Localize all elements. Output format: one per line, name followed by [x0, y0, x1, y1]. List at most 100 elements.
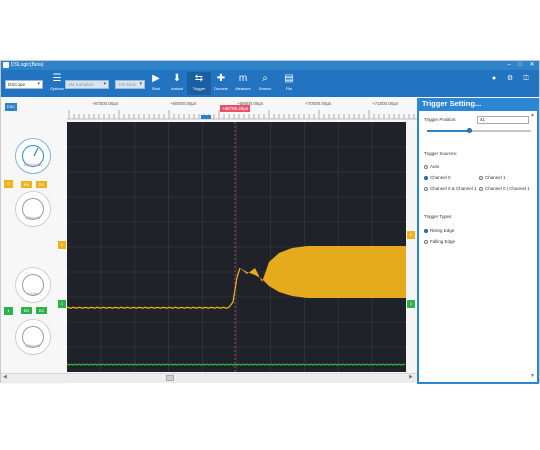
knob-needle — [33, 147, 39, 157]
trigger-time-label[interactable]: +68785.28µs — [220, 105, 251, 112]
window-title: DSLogic(Beta) — [11, 62, 44, 68]
trigger-settings-dock: Trigger Setting... Trigger Position: 41 … — [417, 98, 539, 384]
ch1-vdiv-knob[interactable]: 1V/div — [15, 267, 51, 303]
device-select-value: DSCope — [8, 82, 26, 87]
ruler-label: +70000.00µs — [305, 101, 332, 106]
gear-icon: ⚙ — [506, 75, 514, 82]
decode-button[interactable]: ✚ Decode — [209, 72, 233, 95]
search-label: Search — [258, 86, 272, 91]
settings-button[interactable]: ⚙ — [503, 72, 517, 95]
source-or-label: Channel 0 | Channel 1 — [485, 186, 530, 191]
close-button[interactable]: ✕ — [526, 61, 538, 70]
ch1-marker[interactable]: 1 — [4, 307, 13, 315]
globe-icon: ● — [491, 75, 497, 82]
chevron-down-icon: ▾ — [139, 81, 142, 87]
trigger-button[interactable]: ⇆ Trigger — [187, 72, 211, 95]
trigger-position-slider[interactable] — [427, 128, 531, 133]
device-select[interactable]: DSCope ▾ — [5, 80, 43, 89]
sample-count-value: 1M Samples — [68, 82, 94, 87]
source-auto-radio[interactable]: Auto — [424, 164, 439, 169]
radio-dot — [424, 239, 428, 244]
trigger-types-label: Trigger Types: — [424, 214, 453, 219]
ch1-waveform — [67, 363, 406, 366]
usb-status-button[interactable]: ⎅ — [519, 72, 533, 95]
measure-button[interactable]: m Measure — [231, 72, 255, 95]
viewport-marker[interactable] — [201, 115, 211, 119]
decode-label: Decode — [214, 86, 228, 91]
slider-handle[interactable] — [467, 128, 473, 133]
ch1-level-marker-left[interactable]: 1 — [58, 300, 66, 308]
sample-rate-select[interactable]: 100 MHz ▾ — [115, 80, 145, 89]
plus-icon: ✚ — [216, 73, 226, 84]
ruler-label: +71000.00µs — [372, 101, 399, 106]
ch0-offset-label: 50us/div — [25, 215, 41, 220]
search-icon: ⌕ — [262, 73, 268, 84]
ch1-level-marker-right[interactable]: 1 — [407, 300, 415, 308]
source-channel1-label: Channel 1 — [485, 175, 506, 180]
source-or-radio[interactable]: Channel 0 | Channel 1 — [479, 186, 530, 191]
radio-dot — [424, 228, 428, 233]
title-bar: DSLogic(Beta) – □ ✕ — [1, 61, 539, 70]
main-toolbar: DSCope ▾ ☰ Options 1M Samples ▾ 100 MHz … — [1, 70, 539, 97]
slider-fill — [427, 130, 470, 132]
dsc-badge: DSC — [5, 103, 17, 111]
instant-button[interactable]: ⬇ Instant — [165, 72, 189, 95]
source-and-label: Channel 0 & Channel 1 — [430, 186, 477, 191]
radio-dot — [424, 164, 428, 169]
radio-dot — [479, 175, 483, 180]
ch1-offset-knob[interactable]: 50us/div — [15, 319, 51, 355]
search-button[interactable]: ⌕ Search — [253, 72, 277, 95]
ch1-offset-label: 50us/div — [25, 343, 41, 348]
type-rising-radio[interactable]: Rising Edge — [424, 228, 454, 233]
ch0-vdiv-knob[interactable]: 100mV/div — [15, 138, 51, 174]
scroll-right-icon[interactable]: ▶ — [409, 374, 413, 380]
language-button[interactable]: ● — [487, 72, 501, 95]
maximize-button[interactable]: □ — [514, 61, 526, 70]
trigger-settings-title: Trigger Setting... — [422, 99, 482, 108]
ch0-level-marker-left[interactable]: 0 — [58, 241, 66, 249]
scroll-left-icon[interactable]: ◀ — [3, 374, 7, 380]
source-channel0-label: Channel 0 — [430, 175, 451, 180]
instant-label: Instant — [170, 86, 183, 91]
ch0-vdiv-label: 100mV/div — [23, 162, 43, 167]
app-window: DSLogic(Beta) – □ ✕ DSCope ▾ ☰ Options 1… — [0, 60, 540, 384]
source-channel0-radio[interactable]: Channel 0 — [424, 175, 451, 180]
scroll-up-icon[interactable]: ▲ — [530, 112, 535, 118]
source-auto-label: Auto — [430, 164, 440, 169]
type-rising-label: Rising Edge — [430, 228, 455, 233]
scroll-down-icon[interactable]: ▼ — [530, 373, 535, 379]
ch0-enable-button[interactable]: EN — [21, 181, 32, 188]
trigger-label: Trigger — [192, 86, 206, 91]
horizontal-scrollbar[interactable]: ◀ ▶ — [1, 373, 417, 383]
ch0-offset-knob[interactable]: 50us/div — [15, 191, 51, 227]
trigger-icon: ⇆ — [194, 73, 204, 84]
ch0-coupling-button[interactable]: DC — [36, 181, 47, 188]
ch1-coupling-button[interactable]: DC — [36, 307, 47, 314]
radio-dot — [424, 175, 428, 180]
file-icon: ▤ — [284, 73, 294, 84]
trigger-sources-label: Trigger Sources: — [424, 151, 458, 156]
sample-rate-value: 100 MHz — [118, 82, 137, 87]
scroll-thumb[interactable] — [166, 375, 174, 381]
waveform-view[interactable] — [67, 122, 406, 372]
usb-icon: ⎅ — [523, 75, 529, 82]
time-ruler[interactable]: +67000.00µs +68000.00µs +69000.00µs +700… — [67, 98, 417, 122]
ruler-label: +68000.00µs — [170, 101, 197, 106]
chevron-down-icon: ▾ — [103, 81, 106, 87]
file-label: File — [285, 86, 293, 91]
measure-icon: m — [238, 73, 248, 84]
download-arrow-icon: ⬇ — [172, 73, 182, 84]
sample-count-select[interactable]: 1M Samples ▾ — [65, 80, 109, 89]
source-channel1-radio[interactable]: Channel 1 — [479, 175, 506, 180]
file-button[interactable]: ▤ File — [277, 72, 301, 95]
trigger-position-input[interactable]: 41 — [477, 116, 529, 124]
radio-dot — [424, 186, 428, 191]
ch0-level-marker-right[interactable]: 0 — [407, 231, 415, 239]
app-logo-icon — [3, 62, 9, 68]
waveform-canvas — [67, 122, 406, 372]
source-and-radio[interactable]: Channel 0 & Channel 1 — [424, 186, 477, 191]
type-falling-radio[interactable]: Falling Edge — [424, 239, 455, 244]
radio-dot — [479, 186, 483, 191]
ch0-marker[interactable]: 0 — [4, 180, 13, 188]
ch1-enable-button[interactable]: EN — [21, 307, 32, 314]
